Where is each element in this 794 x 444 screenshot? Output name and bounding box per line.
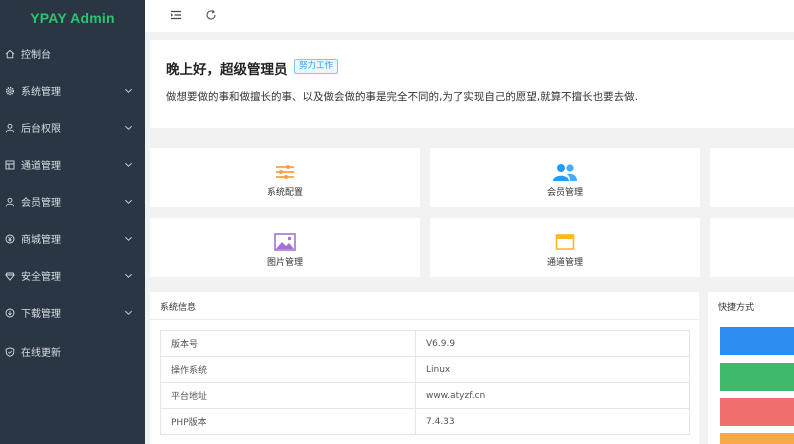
sidebar-item-label: 系统管理 xyxy=(21,87,61,98)
chevron-down-icon xyxy=(125,236,132,241)
info-value: www.atyzf.cn xyxy=(415,382,690,409)
shortcut-label: 会员管理 xyxy=(546,188,583,198)
shortcut-member-management[interactable]: 会员管理 xyxy=(430,148,700,207)
yen-icon xyxy=(5,234,15,244)
home-icon xyxy=(5,49,15,59)
table-row: 版本号 V6.9.9 xyxy=(160,330,690,357)
status-badge: 努力工作 xyxy=(294,59,339,74)
motto-text: 做想要做的事和做擅长的事、以及做会做的事是完全不同的,为了实现自己的愿望,就算不… xyxy=(166,91,639,103)
info-value: 7.4.33 xyxy=(415,408,690,435)
shortcut-label: 图片管理 xyxy=(266,258,303,268)
panel-title: 快捷方式 xyxy=(718,303,755,313)
quick-shortcuts-panel: 快捷方式 xyxy=(708,292,794,444)
check-shield-icon xyxy=(5,346,15,357)
sidebar-item-downloads[interactable]: 下载管理 xyxy=(0,294,145,331)
download-icon xyxy=(5,308,15,318)
shortcut-card-partial[interactable] xyxy=(710,218,794,277)
chevron-down-icon xyxy=(125,88,132,93)
sidebar-item-mall[interactable]: 商城管理 xyxy=(0,220,145,257)
image-icon xyxy=(274,233,296,251)
info-value: V6.9.9 xyxy=(415,330,690,357)
chevron-down-icon xyxy=(125,199,132,204)
top-header xyxy=(145,0,794,32)
user-icon xyxy=(5,123,15,133)
table-row: PHP版本 7.4.33 xyxy=(160,408,690,435)
shield-diamond-icon xyxy=(5,271,15,281)
sidebar: YPAY Admin 控制台 系统管理 后台权限 通道管理 会员管理 商城管理 … xyxy=(0,0,145,444)
users-icon xyxy=(553,164,577,181)
sidebar-item-label: 安全管理 xyxy=(21,272,61,283)
table-row: 平台地址 www.atyzf.cn xyxy=(160,382,690,409)
divider xyxy=(150,319,699,320)
shortcut-card-partial[interactable] xyxy=(710,148,794,207)
info-value: Linux xyxy=(415,356,690,383)
channel-icon xyxy=(5,160,15,170)
info-key: 操作系统 xyxy=(160,356,416,383)
chevron-down-icon xyxy=(125,273,132,278)
app-logo[interactable]: YPAY Admin xyxy=(0,0,145,37)
sidebar-item-label: 会员管理 xyxy=(21,198,61,209)
sidebar-item-label: 通道管理 xyxy=(21,161,61,172)
shortcut-system-config[interactable]: 系统配置 xyxy=(150,148,420,207)
quick-button-2[interactable] xyxy=(720,363,794,391)
sidebar-item-label: 控制台 xyxy=(21,50,51,61)
sidebar-item-admin-permissions[interactable]: 后台权限 xyxy=(0,109,145,146)
sidebar-item-label: 在线更新 xyxy=(21,348,61,359)
sidebar-item-security[interactable]: 安全管理 xyxy=(0,257,145,294)
sidebar-item-label: 下载管理 xyxy=(21,309,61,320)
shortcut-channel-management[interactable]: 通道管理 xyxy=(430,218,700,277)
welcome-card: 晚上好，超级管理员 努力工作 做想要做的事和做擅长的事、以及做会做的事是完全不同… xyxy=(150,40,794,128)
system-info-table: 版本号 V6.9.9 操作系统 Linux 平台地址 www.atyzf.cn … xyxy=(160,330,690,435)
sidebar-item-label: 商城管理 xyxy=(21,235,61,246)
shortcut-image-management[interactable]: 图片管理 xyxy=(150,218,420,277)
sidebar-item-dashboard[interactable]: 控制台 xyxy=(0,35,145,72)
shortcut-label: 系统配置 xyxy=(266,188,303,198)
shortcut-label: 通道管理 xyxy=(546,258,583,268)
table-row: 操作系统 Linux xyxy=(160,356,690,383)
system-info-panel: 系统信息 版本号 V6.9.9 操作系统 Linux 平台地址 www.atyz… xyxy=(150,292,699,444)
sidebar-item-system[interactable]: 系统管理 xyxy=(0,72,145,109)
sidebar-item-label: 后台权限 xyxy=(21,124,61,135)
quick-button-3[interactable] xyxy=(720,398,794,426)
greeting-title: 晚上好，超级管理员 xyxy=(166,62,288,78)
panel-title: 系统信息 xyxy=(160,303,197,313)
window-icon xyxy=(555,234,575,250)
gear-icon xyxy=(5,86,15,96)
quick-button-1[interactable] xyxy=(720,327,794,355)
menu-fold-icon[interactable] xyxy=(169,8,183,22)
refresh-icon[interactable] xyxy=(204,8,218,22)
sidebar-item-online-update[interactable]: 在线更新 xyxy=(0,333,145,370)
info-key: 平台地址 xyxy=(160,382,416,409)
member-icon xyxy=(5,197,15,207)
chevron-down-icon xyxy=(125,310,132,315)
sliders-icon xyxy=(276,165,294,179)
chevron-down-icon xyxy=(125,125,132,130)
quick-button-4[interactable] xyxy=(720,433,794,444)
info-key: PHP版本 xyxy=(160,408,416,435)
sidebar-item-members[interactable]: 会员管理 xyxy=(0,183,145,220)
sidebar-item-channel[interactable]: 通道管理 xyxy=(0,146,145,183)
chevron-down-icon xyxy=(125,162,132,167)
info-key: 版本号 xyxy=(160,330,416,357)
